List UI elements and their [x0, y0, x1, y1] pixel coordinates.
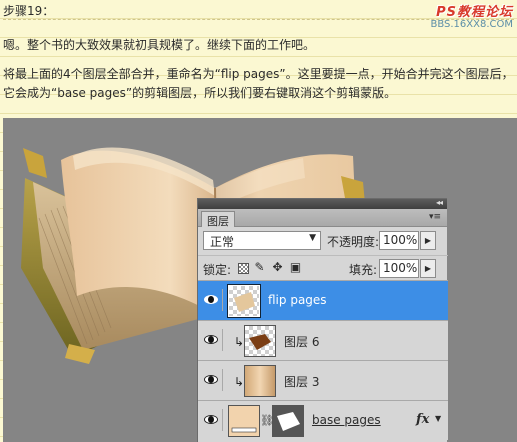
layer-list: flip pages ↳ 图层 6 ↳ 图层 3 ⛓ base pages fx…: [198, 280, 448, 440]
paragraph-2: 将最上面的4个图层全部合并，重命名为“flip pages”。这里要提一点，开始…: [3, 67, 514, 100]
fill-slider-button[interactable]: ▶: [420, 259, 436, 278]
layer-row-flip-pages[interactable]: flip pages: [198, 280, 448, 320]
collapse-icon[interactable]: ◂◂: [436, 198, 443, 207]
layer-thumbnail: [244, 365, 276, 397]
blend-mode-select[interactable]: 正常 ▼: [203, 231, 321, 250]
chevron-down-icon: ▼: [309, 233, 316, 243]
blend-mode-value: 正常: [210, 235, 235, 249]
opacity-slider-button[interactable]: ▶: [420, 231, 436, 250]
lock-transparency-icon[interactable]: [238, 263, 249, 274]
visibility-toggle[interactable]: [201, 289, 223, 311]
screenshot-canvas: ◂◂ 图层 ▾≡ 正常 ▼ 不透明度: 100% ▶ 锁定: ✎ ✥ ▣ 填充:…: [3, 118, 517, 442]
fill-label: 填充:: [349, 263, 378, 277]
clipping-mask-icon: ↳: [234, 375, 245, 389]
paragraph-1: 嗯。整个书的大致效果就初具规模了。继续下面的工作吧。: [3, 38, 316, 52]
fill-input[interactable]: 100%: [379, 259, 419, 278]
layer-row-base-pages[interactable]: ⛓ base pages fx ▼: [198, 400, 448, 440]
fx-icon[interactable]: fx: [416, 412, 429, 427]
eye-icon: [204, 295, 218, 304]
opacity-input[interactable]: 100%: [379, 231, 419, 250]
layer-mask-thumbnail[interactable]: [272, 405, 304, 437]
layer-thumbnail: [227, 284, 261, 318]
layer-name[interactable]: base pages: [312, 413, 381, 427]
layer-row-layer-6[interactable]: ↳ 图层 6: [198, 320, 448, 360]
lock-row: 锁定: ✎ ✥ ▣ 填充: 100% ▶: [198, 255, 448, 279]
eye-icon: [204, 335, 218, 344]
visibility-toggle[interactable]: [201, 369, 223, 391]
layer-row-layer-3[interactable]: ↳ 图层 3: [198, 360, 448, 400]
opacity-label: 不透明度:: [327, 235, 380, 249]
brush-icon[interactable]: ✎: [252, 260, 267, 274]
layer-name[interactable]: flip pages: [268, 293, 327, 307]
layer-name[interactable]: 图层 3: [284, 373, 319, 390]
visibility-toggle[interactable]: [201, 409, 223, 431]
eye-icon: [204, 375, 218, 384]
watermark-title: PS教程论坛: [436, 5, 513, 20]
panel-menu-icon[interactable]: ▾≡: [429, 212, 441, 222]
blend-row: 正常 ▼ 不透明度: 100% ▶: [198, 227, 448, 253]
move-icon[interactable]: ✥: [270, 260, 285, 274]
eye-icon: [204, 415, 218, 424]
watermark-url: BBS.16XX8.COM: [430, 19, 513, 30]
panel-tab-bar: 图层 ▾≡: [198, 209, 447, 228]
layer-thumbnail: [228, 405, 260, 437]
site-watermark: PS教程论坛 BBS.16XX8.COM: [430, 1, 513, 30]
lock-icons: ✎ ✥ ▣: [238, 260, 303, 274]
layers-panel: ◂◂ 图层 ▾≡ 正常 ▼ 不透明度: 100% ▶ 锁定: ✎ ✥ ▣ 填充:…: [197, 198, 448, 442]
lock-icon[interactable]: ▣: [288, 260, 303, 274]
step-title: 步骤19：: [3, 4, 55, 18]
clipping-mask-icon: ↳: [234, 335, 245, 349]
panel-header-bar: ◂◂: [198, 198, 447, 209]
visibility-toggle[interactable]: [201, 329, 223, 351]
chevron-down-icon[interactable]: ▼: [435, 414, 441, 423]
tab-layers[interactable]: 图层: [201, 211, 235, 228]
lock-label: 锁定:: [203, 263, 232, 277]
layer-name[interactable]: 图层 6: [284, 333, 319, 350]
layer-thumbnail: [244, 325, 276, 357]
